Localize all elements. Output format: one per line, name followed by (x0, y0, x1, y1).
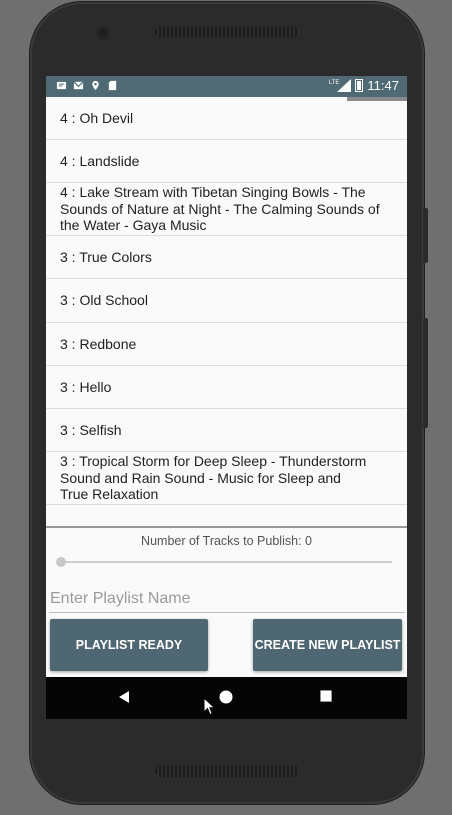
sd-card-icon (108, 80, 117, 91)
home-icon[interactable] (219, 690, 233, 704)
front-camera (96, 26, 110, 40)
track-label: 3 : Tropical Storm for Deep Sleep - Thun… (60, 453, 367, 503)
track-label: 4 : Lake Stream with Tibetan Singing Bow… (60, 184, 380, 234)
status-bar: LTE 11:47 (46, 76, 407, 97)
track-label: 3 : Old School (60, 292, 148, 309)
status-time: 11:47 (367, 78, 399, 93)
track-label: 3 : Hello (60, 378, 112, 395)
track-label: 3 : Redbone (60, 335, 137, 352)
track-label: 4 : Landslide (60, 152, 140, 169)
track-label: 4 : Oh Devil (60, 109, 134, 126)
track-list[interactable]: 4 : Oh Devil 4 : Landslide 4 : Lake Stre… (46, 97, 407, 505)
power-button (423, 208, 428, 263)
publish-slider-thumb[interactable] (56, 557, 66, 567)
location-icon (92, 80, 99, 91)
playlist-ready-button[interactable]: PLAYLIST READY (50, 619, 208, 671)
signal-icon (337, 79, 352, 92)
list-item[interactable]: 3 : Old School (46, 279, 407, 323)
publish-count-label: Number of Tracks to Publish: 0 (141, 534, 312, 548)
gmail-icon (73, 81, 84, 90)
list-item[interactable]: 4 : Landslide (46, 140, 407, 183)
mouse-cursor-icon (203, 697, 216, 716)
list-item[interactable]: 3 : Hello (46, 366, 407, 409)
recents-icon[interactable] (320, 690, 333, 703)
publish-slider-track[interactable] (60, 561, 392, 563)
battery-icon (355, 79, 364, 92)
list-item[interactable]: 3 : Redbone (46, 323, 407, 366)
list-item[interactable]: 3 : Tropical Storm for Deep Sleep - Thun… (46, 452, 407, 505)
list-item[interactable]: 3 : Selfish (46, 409, 407, 452)
message-icon (56, 81, 67, 90)
back-icon[interactable] (117, 690, 131, 704)
top-speaker (155, 26, 299, 38)
list-item[interactable]: 3 : True Colors (46, 236, 407, 279)
list-item[interactable]: 4 : Oh Devil (46, 97, 407, 140)
list-divider (46, 526, 407, 528)
scroll-indicator (347, 97, 407, 101)
volume-button (423, 318, 428, 428)
create-new-playlist-button[interactable]: CREATE NEW PLAYLIST (253, 619, 402, 671)
navigation-bar (46, 677, 407, 719)
playlist-name-input[interactable] (49, 586, 405, 613)
bottom-speaker (155, 765, 299, 777)
app-screen: LTE 11:47 4 : Oh Devil 4 : Landslide 4 :… (46, 76, 407, 719)
list-item[interactable]: 4 : Lake Stream with Tibetan Singing Bow… (46, 183, 407, 236)
track-label: 3 : Selfish (60, 421, 122, 438)
track-label: 3 : True Colors (60, 248, 152, 265)
